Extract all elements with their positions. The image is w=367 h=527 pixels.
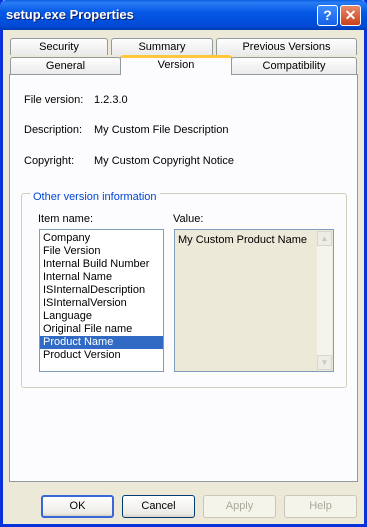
- help-button[interactable]: Help: [284, 495, 357, 518]
- value-textbox[interactable]: My Custom Product Name ▲ ▼: [174, 229, 334, 372]
- list-item[interactable]: Original File name: [40, 323, 163, 336]
- copyright-value: My Custom Copyright Notice: [94, 155, 234, 167]
- properties-dialog: setup.exe Properties ? ✕ Security Summar…: [0, 0, 367, 527]
- description-value: My Custom File Description: [94, 124, 229, 136]
- list-item[interactable]: Company: [40, 232, 163, 245]
- value-text: My Custom Product Name: [178, 234, 307, 246]
- list-item[interactable]: Internal Build Number: [40, 258, 163, 271]
- file-version-label: File version:: [24, 94, 84, 106]
- list-item[interactable]: File Version: [40, 245, 163, 258]
- list-item[interactable]: Product Version: [40, 349, 163, 362]
- tab-security[interactable]: Security: [10, 38, 108, 55]
- scroll-down-icon[interactable]: ▼: [317, 355, 332, 370]
- tab-previous-versions[interactable]: Previous Versions: [216, 38, 357, 55]
- group-title: Other version information: [30, 191, 160, 203]
- item-name-list[interactable]: Company File Version Internal Build Numb…: [39, 229, 164, 372]
- list-item-selected[interactable]: Product Name: [40, 336, 163, 349]
- file-version-value: 1.2.3.0: [94, 94, 128, 106]
- help-icon[interactable]: ?: [317, 5, 338, 26]
- tab-summary[interactable]: Summary: [111, 38, 213, 55]
- close-icon[interactable]: ✕: [340, 5, 361, 26]
- list-item[interactable]: ISInternalVersion: [40, 297, 163, 310]
- apply-button[interactable]: Apply: [203, 495, 276, 518]
- description-label: Description:: [24, 124, 83, 136]
- window-title: setup.exe Properties: [6, 7, 134, 22]
- list-item[interactable]: ISInternalDescription: [40, 284, 163, 297]
- title-bar[interactable]: setup.exe Properties ? ✕: [0, 0, 367, 30]
- copyright-label: Copyright:: [24, 155, 75, 167]
- tab-version[interactable]: Version: [120, 55, 232, 75]
- value-label: Value:: [173, 213, 204, 225]
- tab-general[interactable]: General: [10, 57, 121, 74]
- value-scrollbar[interactable]: ▲ ▼: [317, 231, 332, 370]
- tab-compatibility[interactable]: Compatibility: [231, 57, 357, 74]
- item-name-label: Item name:: [38, 213, 94, 225]
- cancel-button[interactable]: Cancel: [122, 495, 195, 518]
- scroll-up-icon[interactable]: ▲: [317, 231, 332, 246]
- ok-button[interactable]: OK: [41, 495, 114, 518]
- list-item[interactable]: Internal Name: [40, 271, 163, 284]
- list-item[interactable]: Language: [40, 310, 163, 323]
